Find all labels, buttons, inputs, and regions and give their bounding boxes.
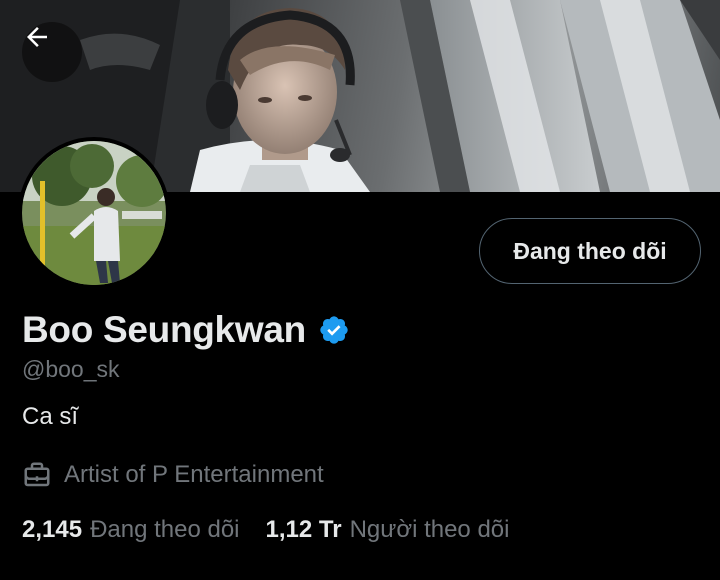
name-row: Boo Seungkwan [22, 306, 350, 354]
profile-page: Đang theo dõi Boo Seungkwan @boo_sk Ca s… [0, 0, 720, 580]
following-stat-link[interactable]: 2,145 Đang theo dõi [22, 516, 240, 544]
arrow-left-icon [27, 27, 47, 47]
followers-stat-link[interactable]: 1,12 Tr Người theo dõi [266, 516, 510, 544]
profile-bio: Ca sĩ [22, 403, 79, 430]
followers-label: Người theo dõi [349, 516, 510, 543]
user-handle: @boo_sk [22, 356, 120, 382]
work-info: Artist of P Entertainment [22, 459, 324, 491]
follow-stats: 2,145 Đang theo dõi 1,12 Tr Người theo d… [22, 513, 509, 547]
avatar-image [22, 141, 166, 285]
following-button[interactable]: Đang theo dõi [479, 218, 701, 284]
following-label: Đang theo dõi [90, 516, 240, 543]
back-button[interactable] [22, 22, 82, 82]
followers-count: 1,12 Tr [265, 516, 342, 543]
briefcase-icon [24, 462, 50, 487]
display-name: Boo Seungkwan [22, 309, 306, 350]
verified-badge-icon [320, 316, 348, 344]
following-count: 2,145 [22, 516, 83, 543]
work-label: Artist of P Entertainment [64, 461, 324, 488]
avatar[interactable] [18, 137, 170, 289]
